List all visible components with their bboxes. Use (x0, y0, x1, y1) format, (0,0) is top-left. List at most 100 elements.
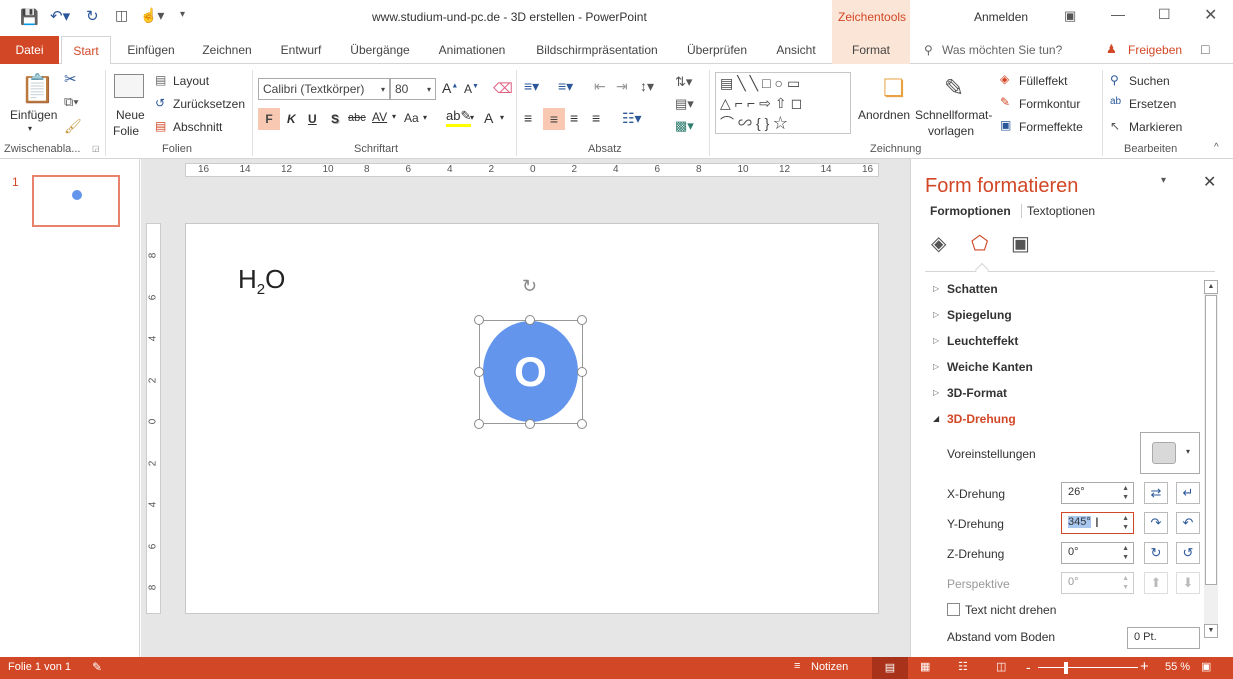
tab-datei[interactable]: Datei (0, 36, 59, 64)
zoom-slider-thumb[interactable] (1063, 662, 1068, 674)
tab-ueberpruefen[interactable]: Überprüfen (678, 36, 756, 64)
tab-animationen[interactable]: Animationen (428, 36, 516, 64)
resize-handle[interactable] (525, 315, 535, 325)
undo-icon[interactable]: ↶▾ (50, 7, 70, 25)
slide-thumbnail[interactable] (32, 175, 120, 227)
char-spacing-dropdown[interactable]: ▾ (392, 112, 396, 121)
arrange-icon[interactable]: ❏ (883, 74, 905, 103)
resize-handle[interactable] (577, 315, 587, 325)
x-rotate-right-button[interactable]: ↵ (1176, 482, 1200, 504)
align-right-icon[interactable]: ≡ (570, 110, 578, 126)
shrink-font-icon[interactable]: A▼ (464, 82, 479, 96)
save-icon[interactable]: 💾 (20, 8, 39, 26)
y-rotate-up-button[interactable]: ↷ (1144, 512, 1168, 534)
align-center-button[interactable]: ≡ (543, 108, 565, 130)
align-text-icon[interactable]: ▤▾ (675, 96, 694, 112)
quick-styles-label-1[interactable]: Schnellformat- (915, 108, 992, 122)
notes-button[interactable]: Notizen (811, 661, 848, 673)
pane-scrollbar[interactable]: ▲ ▼ (1204, 280, 1218, 638)
section-3d-format[interactable]: 3D-Format (947, 386, 1007, 400)
bold-button[interactable]: F (258, 108, 280, 130)
columns-icon[interactable]: ☷▾ (622, 110, 642, 127)
formula-textbox[interactable]: H2O (238, 264, 285, 298)
resize-handle[interactable] (577, 367, 587, 377)
highlight-icon[interactable]: ab✎ (446, 108, 472, 127)
section-spiegelung[interactable]: Spiegelung (947, 308, 1012, 322)
y-rotation-input[interactable]: 345° I ▲ ▼ (1061, 512, 1134, 534)
layout-button[interactable]: Layout (173, 74, 209, 88)
minimize-button[interactable]: — (1111, 6, 1125, 22)
tab-entwurf[interactable]: Entwurf (270, 36, 332, 64)
copy-icon[interactable]: ⧉▾ (64, 94, 79, 110)
font-color-icon[interactable]: A (484, 110, 493, 126)
x-rotate-left-button[interactable]: ⇄ (1144, 482, 1168, 504)
resize-handle[interactable] (474, 367, 484, 377)
paste-button[interactable]: Einfügen (10, 108, 57, 122)
clear-formatting-icon[interactable]: ⌫ (493, 80, 513, 97)
font-color-dropdown[interactable]: ▾ (500, 113, 504, 122)
z-rotate-right-button[interactable]: ↻ (1144, 542, 1168, 564)
tab-shape-options[interactable]: Formoptionen (930, 204, 1011, 218)
scroll-up-button[interactable]: ▲ (1204, 280, 1218, 294)
new-slide-icon[interactable] (114, 74, 144, 98)
justify-icon[interactable]: ≡ (592, 110, 600, 126)
zoom-level[interactable]: 55 % (1165, 661, 1190, 673)
ribbon-display-icon[interactable]: ▣ (1064, 8, 1076, 24)
char-spacing-button[interactable]: AV (372, 110, 387, 124)
expand-icon[interactable]: ▷ (933, 362, 939, 371)
customize-qat-icon[interactable]: ▾ (180, 9, 185, 20)
presentation-icon[interactable]: ◫ (115, 7, 128, 24)
presets-dropdown[interactable]: ▾ (1140, 432, 1200, 474)
pane-options-icon[interactable]: ▾ (1161, 175, 1166, 186)
redo-icon[interactable]: ↻ (86, 7, 99, 25)
quick-styles-icon[interactable]: ✎ (944, 74, 964, 103)
tab-text-options[interactable]: Textoptionen (1027, 204, 1095, 218)
spell-check-icon[interactable]: ✎ (92, 660, 102, 674)
zoom-slider-track[interactable] (1038, 667, 1138, 668)
rotate-handle-icon[interactable]: ↻ (522, 276, 537, 297)
size-properties-icon[interactable]: ▣ (1011, 231, 1030, 256)
section-weiche-kanten[interactable]: Weiche Kanten (947, 360, 1033, 374)
effects-pentagon-icon[interactable]: ⬠ (971, 231, 988, 256)
pane-close-button[interactable]: ✕ (1203, 172, 1216, 192)
tab-ansicht[interactable]: Ansicht (766, 36, 826, 64)
shadow-button[interactable]: S (331, 112, 339, 126)
maximize-button[interactable]: ☐ (1158, 6, 1171, 23)
underline-button[interactable]: U (308, 112, 317, 126)
paste-dropdown-icon[interactable]: ▾ (28, 124, 32, 133)
expand-icon[interactable]: ▷ (933, 388, 939, 397)
slideshow-button[interactable]: ◫ (996, 660, 1006, 673)
touch-mode-icon[interactable]: ☝▾ (140, 7, 164, 24)
normal-view-button[interactable]: ▤ (872, 657, 908, 679)
tell-me-input[interactable]: Was möchten Sie tun? (942, 43, 1062, 57)
slide-canvas[interactable]: H2O O ↻ (185, 223, 879, 614)
highlight-dropdown[interactable]: ▾ (470, 113, 474, 122)
section-leuchteffekt[interactable]: Leuchteffekt (947, 334, 1018, 348)
tab-bildschirmpraesentation[interactable]: Bildschirmpräsentation (526, 36, 668, 64)
scroll-down-button[interactable]: ▼ (1204, 624, 1218, 638)
keep-text-flat-checkbox[interactable] (947, 603, 960, 616)
fit-slide-button[interactable]: ▣ (1201, 660, 1211, 673)
share-button[interactable]: Freigeben (1128, 43, 1182, 57)
fill-line-icon[interactable]: ◈ (931, 231, 946, 256)
italic-button[interactable]: K (287, 112, 296, 126)
section-button[interactable]: Abschnitt (173, 120, 222, 134)
sign-in-link[interactable]: Anmelden (974, 10, 1028, 24)
resize-handle[interactable] (525, 419, 535, 429)
scroll-thumb[interactable] (1205, 295, 1217, 585)
new-slide-label-2[interactable]: Folie (113, 124, 139, 138)
shapes-gallery[interactable]: ▤╲╲□○▭ △⌐⌐⇨⇧◻ ⌒∽{}☆ (715, 72, 851, 134)
comments-icon[interactable]: □ (1201, 41, 1209, 57)
font-name-select[interactable]: Calibri (Textkörper) ▾ (258, 78, 390, 100)
z-rotation-input[interactable]: 0° ▲ ▼ (1061, 542, 1134, 564)
font-size-select[interactable]: 80 ▾ (390, 78, 436, 100)
x-rotation-input[interactable]: 26° ▲ ▼ (1061, 482, 1134, 504)
shape-effects-button[interactable]: Formeffekte (1019, 120, 1083, 134)
close-button[interactable]: ✕ (1204, 5, 1217, 25)
tab-einfuegen[interactable]: Einfügen (118, 36, 184, 64)
text-direction-icon[interactable]: ⇅▾ (675, 74, 692, 90)
strikethrough-button[interactable]: abc (348, 112, 366, 124)
change-case-dropdown[interactable]: ▾ (423, 113, 427, 122)
smartart-icon[interactable]: ▩▾ (675, 118, 694, 134)
numbering-icon[interactable]: ≡▾ (558, 78, 573, 95)
